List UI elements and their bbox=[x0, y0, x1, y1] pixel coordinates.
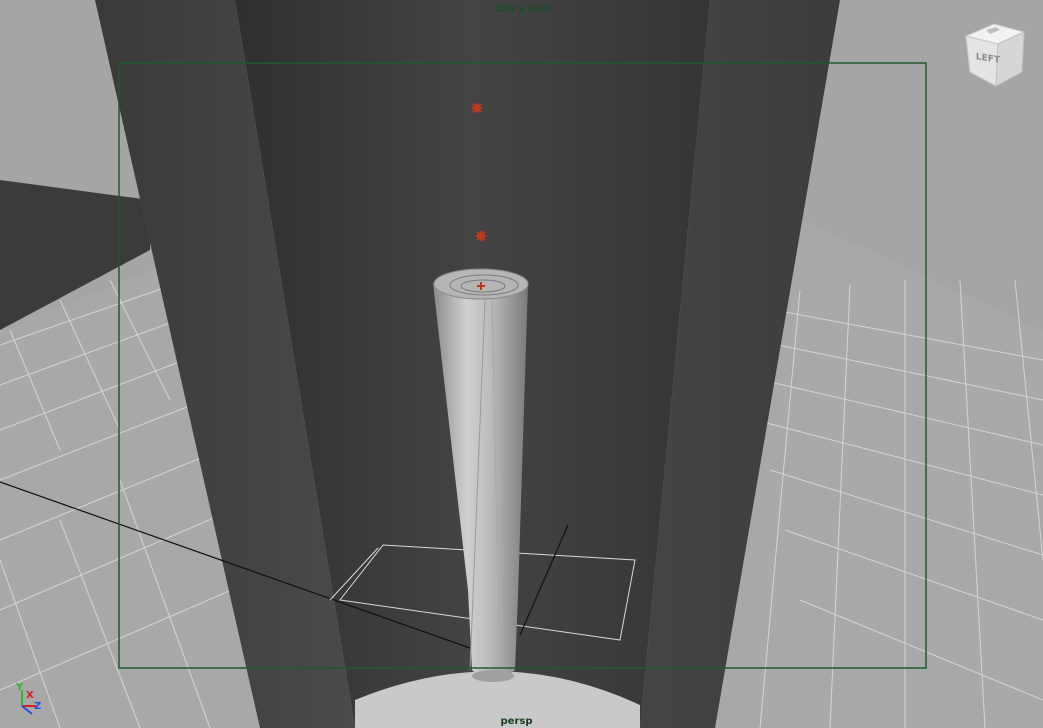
axis-y-label: Y bbox=[16, 682, 24, 693]
axis-x-label: X bbox=[26, 690, 34, 701]
perspective-viewport[interactable]: 320 x 240 persp bbox=[0, 0, 1043, 728]
viewcube-icon[interactable] bbox=[962, 18, 1028, 90]
pivot-marker-middle bbox=[476, 231, 486, 241]
viewport-scene[interactable] bbox=[0, 0, 1043, 728]
axis-gizmo-icon: Y X Z bbox=[10, 682, 50, 718]
resolution-gate-label: 320 x 240 bbox=[493, 4, 550, 15]
pivot-marker-top bbox=[472, 103, 482, 113]
camera-name-label: persp bbox=[500, 716, 533, 727]
axis-z-label: Z bbox=[34, 701, 42, 712]
